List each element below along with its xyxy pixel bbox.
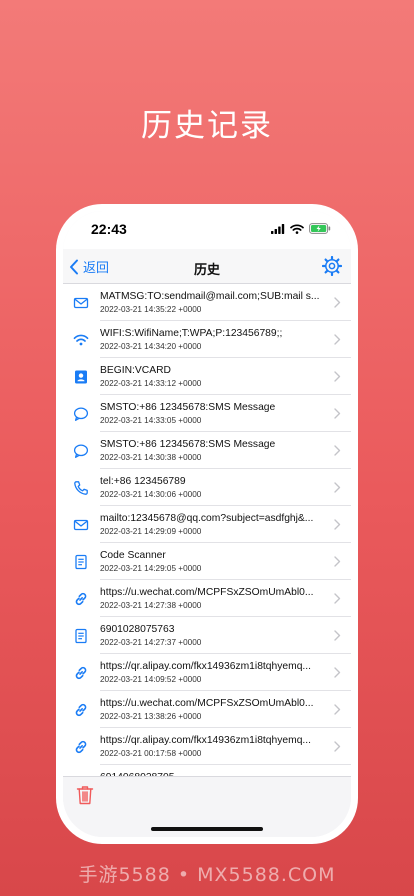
history-row-text: tel:+86 123456789 2022-03-21 14:30:06 +00… — [100, 475, 325, 500]
history-row[interactable]: https://qr.alipay.com/fkx14936zm1i8tqhye… — [63, 654, 351, 691]
history-title: https://u.wechat.com/MCPFSxZSOmUmAbl0... — [100, 587, 314, 598]
message-icon — [73, 407, 89, 421]
promo-title: 历史记录 — [141, 108, 273, 144]
wifi-icon — [290, 223, 304, 234]
chevron-right-icon — [334, 297, 341, 308]
history-date: 2022-03-21 13:38:26 +0000 — [100, 712, 202, 721]
history-row-text: MATMSG:TO:sendmail@mail.com;SUB:mail s..… — [100, 290, 325, 315]
status-bar: 22:43 — [63, 211, 351, 249]
chevron-right-icon — [334, 741, 341, 752]
chevron-right-icon — [334, 334, 341, 345]
history-row[interactable]: https://u.wechat.com/MCPFSxZSOmUmAbl0...… — [63, 580, 351, 617]
history-row-text: SMSTO:+86 12345678:SMS Message 2022-03-21… — [100, 438, 325, 463]
history-title: 6901028075763 — [100, 624, 175, 635]
battery-charging-icon — [309, 223, 331, 234]
history-row[interactable]: https://u.wechat.com/MCPFSxZSOmUmAbl0...… — [63, 691, 351, 728]
history-row[interactable]: 6901028075763 2022-03-21 14:27:37 +0000 — [63, 617, 351, 654]
chevron-right-icon — [334, 482, 341, 493]
history-row-text: https://qr.alipay.com/fkx14936zm1i8tqhye… — [100, 734, 325, 759]
history-row-text: https://qr.alipay.com/fkx14936zm1i8tqhye… — [100, 660, 325, 685]
link-icon — [75, 666, 87, 680]
history-title: Code Scanner — [100, 550, 166, 561]
history-row[interactable]: MATMSG:TO:sendmail@mail.com;SUB:mail s..… — [63, 284, 351, 321]
history-row-text: SMSTO:+86 12345678:SMS Message 2022-03-21… — [100, 401, 325, 426]
message-icon — [73, 444, 89, 458]
page-title: 历史 — [193, 263, 220, 278]
history-row-text: mailto:12345678@qq.com?subject=asdfghj&.… — [100, 512, 325, 537]
history-list: MATMSG:TO:sendmail@mail.com;SUB:mail s..… — [63, 284, 351, 777]
history-row-text: Code Scanner 2022-03-21 14:29:05 +0000 — [100, 549, 325, 574]
chevron-right-icon — [334, 371, 341, 382]
email-icon — [73, 519, 89, 531]
chevron-right-icon — [334, 445, 341, 456]
gear-icon[interactable] — [322, 256, 342, 276]
history-date: 2022-03-21 14:09:52 +0000 — [100, 675, 202, 684]
history-title: mailto:12345678@qq.com?subject=asdfghj&.… — [100, 513, 314, 524]
history-date: 2022-03-21 00:17:58 +0000 — [100, 749, 202, 758]
history-row[interactable]: https://qr.alipay.com/fkx14936zm1i8tqhye… — [63, 728, 351, 765]
app-screen: 22:43 返回 历史 MATMSG:TO:sendmail@mail.com;… — [63, 211, 351, 837]
history-title: https://qr.alipay.com/fkx14936zm1i8tqhye… — [100, 661, 312, 672]
link-icon — [75, 740, 87, 754]
chevron-right-icon — [334, 556, 341, 567]
history-title: https://qr.alipay.com/fkx14936zm1i8tqhye… — [100, 735, 312, 746]
chevron-right-icon — [334, 704, 341, 715]
history-date: 2022-03-21 14:30:38 +0000 — [100, 453, 202, 462]
history-title: tel:+86 123456789 — [100, 476, 186, 487]
history-date: 2022-03-21 14:34:20 +0000 — [100, 342, 202, 351]
history-row[interactable]: SMSTO:+86 12345678:SMS Message 2022-03-21… — [63, 395, 351, 432]
history-row-text: https://u.wechat.com/MCPFSxZSOmUmAbl0...… — [100, 697, 325, 722]
status-icons — [271, 223, 331, 234]
history-row[interactable]: BEGIN:VCARD 2022-03-21 14:33:12 +0000 — [63, 358, 351, 395]
email-icon — [73, 297, 89, 309]
history-date: 2022-03-21 14:29:05 +0000 — [100, 564, 202, 573]
history-title: https://u.wechat.com/MCPFSxZSOmUmAbl0... — [100, 698, 314, 709]
link-icon — [75, 592, 87, 606]
navigation-bar: 返回 历史 — [63, 249, 351, 284]
history-date: 2022-03-21 14:33:05 +0000 — [100, 416, 202, 425]
history-row-text: BEGIN:VCARD 2022-03-21 14:33:12 +0000 — [100, 364, 325, 389]
wifi-icon — [73, 334, 89, 346]
history-date: 2022-03-21 14:27:38 +0000 — [100, 601, 202, 610]
history-date: 2022-03-21 14:27:37 +0000 — [100, 638, 202, 647]
history-row-text: 6901028075763 2022-03-21 14:27:37 +0000 — [100, 623, 325, 648]
phone-icon — [74, 481, 88, 495]
history-date: 2022-03-21 14:35:22 +0000 — [100, 305, 202, 314]
history-date: 2022-03-21 14:33:12 +0000 — [100, 379, 202, 388]
history-title: SMSTO:+86 12345678:SMS Message — [100, 402, 276, 413]
chevron-right-icon — [334, 630, 341, 641]
bottom-toolbar — [63, 776, 351, 837]
home-indicator — [151, 827, 263, 831]
trash-icon[interactable] — [76, 785, 94, 805]
contact-card-icon — [75, 370, 87, 384]
history-row[interactable]: tel:+86 123456789 2022-03-21 14:30:06 +00… — [63, 469, 351, 506]
chevron-right-icon — [334, 408, 341, 419]
phone-frame: 22:43 返回 历史 MATMSG:TO:sendmail@mail.com;… — [56, 204, 358, 844]
history-date: 2022-03-21 14:30:06 +0000 — [100, 490, 202, 499]
history-row-text: WIFI:S:WifiName;T:WPA;P:123456789;; 2022-… — [100, 327, 325, 352]
status-time: 22:43 — [91, 221, 127, 237]
history-row-text: https://u.wechat.com/MCPFSxZSOmUmAbl0...… — [100, 586, 325, 611]
history-title: MATMSG:TO:sendmail@mail.com;SUB:mail s..… — [100, 291, 320, 302]
link-icon — [75, 703, 87, 717]
signal-icon — [271, 223, 285, 234]
document-icon — [75, 554, 87, 570]
history-title: SMSTO:+86 12345678:SMS Message — [100, 439, 276, 450]
document-icon — [75, 628, 87, 644]
watermark: 手游5588 • MX5588.COM — [78, 864, 336, 886]
history-row[interactable]: mailto:12345678@qq.com?subject=asdfghj&.… — [63, 506, 351, 543]
history-row[interactable]: SMSTO:+86 12345678:SMS Message 2022-03-21… — [63, 432, 351, 469]
chevron-right-icon — [334, 519, 341, 530]
history-title: WIFI:S:WifiName;T:WPA;P:123456789;; — [100, 328, 283, 339]
history-row[interactable]: WIFI:S:WifiName;T:WPA;P:123456789;; 2022-… — [63, 321, 351, 358]
history-title: BEGIN:VCARD — [100, 365, 171, 376]
history-row[interactable]: Code Scanner 2022-03-21 14:29:05 +0000 — [63, 543, 351, 580]
history-date: 2022-03-21 14:29:09 +0000 — [100, 527, 202, 536]
chevron-right-icon — [334, 593, 341, 604]
chevron-right-icon — [334, 667, 341, 678]
